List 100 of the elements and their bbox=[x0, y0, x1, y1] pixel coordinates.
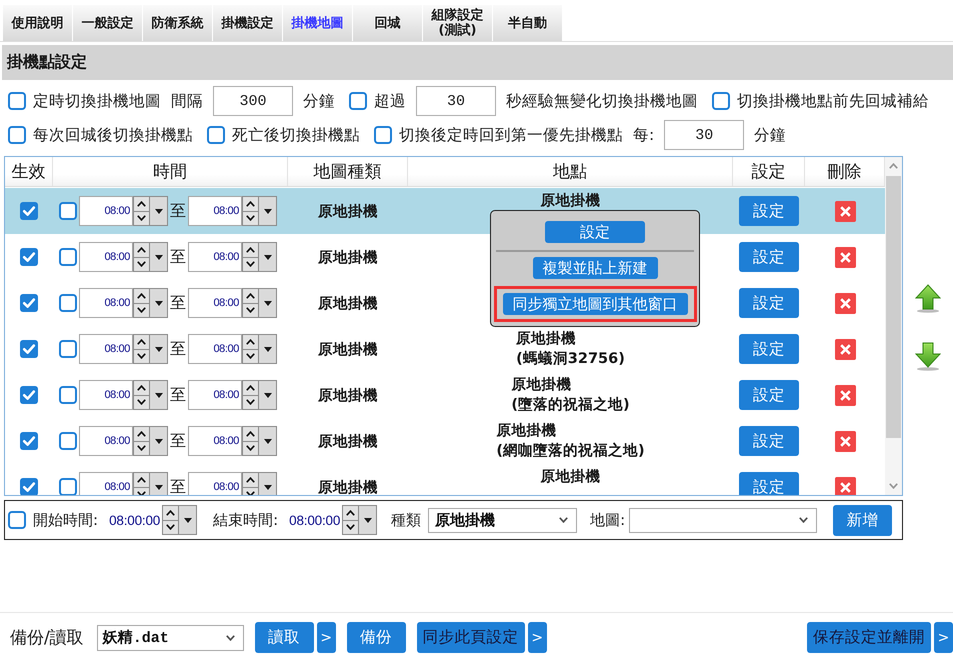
checkbox[interactable] bbox=[59, 202, 77, 220]
add-button[interactable]: 新增 bbox=[833, 504, 892, 536]
dropdown-button[interactable] bbox=[259, 242, 277, 272]
time-field[interactable]: 08:00 bbox=[79, 288, 133, 318]
spin-down-button[interactable] bbox=[133, 304, 150, 318]
checkbox[interactable] bbox=[20, 340, 38, 358]
action-button[interactable]: 備份 bbox=[346, 622, 406, 653]
arrow-down-icon[interactable] bbox=[915, 342, 941, 371]
spin-down-button[interactable] bbox=[133, 212, 150, 226]
time-field[interactable]: 08:00 bbox=[188, 242, 242, 272]
checkbox[interactable] bbox=[20, 432, 38, 450]
delete-button[interactable] bbox=[834, 384, 856, 406]
tab[interactable]: 回城 bbox=[353, 5, 422, 41]
checkbox[interactable] bbox=[59, 248, 77, 266]
tab[interactable]: 組隊設定 (測試) bbox=[423, 5, 492, 41]
time-field[interactable]: 08:00 bbox=[188, 196, 242, 226]
settings-button[interactable]: 設定 bbox=[739, 242, 799, 272]
time-field[interactable]: 08:00 bbox=[188, 472, 242, 495]
spin-up-button[interactable] bbox=[133, 196, 150, 212]
dropdown-button[interactable] bbox=[150, 472, 168, 495]
spin-up-button[interactable] bbox=[242, 334, 259, 350]
action-button[interactable]: 同步此頁設定 bbox=[416, 622, 525, 653]
time-field[interactable]: 08:00 bbox=[188, 334, 242, 364]
tab[interactable]: 防衛系統 bbox=[143, 5, 212, 41]
checkbox[interactable] bbox=[59, 294, 77, 312]
settings-button[interactable]: 設定 bbox=[739, 196, 799, 226]
spin-up-button[interactable] bbox=[242, 242, 259, 258]
dropdown-button[interactable] bbox=[179, 505, 198, 535]
dropdown-button[interactable] bbox=[259, 196, 277, 226]
time-field[interactable]: 08:00 bbox=[188, 380, 242, 410]
spin-up-button[interactable] bbox=[162, 505, 180, 520]
settings-button[interactable]: 設定 bbox=[739, 380, 799, 410]
more-button[interactable]: > bbox=[934, 622, 953, 653]
checkbox[interactable] bbox=[374, 126, 392, 144]
checkbox-label[interactable]: 死亡後切換掛機點 bbox=[232, 124, 360, 146]
dropdown-button[interactable] bbox=[150, 288, 168, 318]
checkbox[interactable] bbox=[59, 478, 77, 495]
select-field[interactable]: 原地掛機 bbox=[428, 508, 578, 532]
checkbox[interactable] bbox=[8, 511, 26, 529]
spin-up-button[interactable] bbox=[242, 288, 259, 304]
tab[interactable]: 一般設定 bbox=[73, 5, 142, 41]
time-field[interactable]: 08:00 bbox=[79, 242, 133, 272]
checkbox-label[interactable]: 定時切換掛機地圖 bbox=[33, 90, 161, 112]
checkbox-label[interactable]: 切換後定時回到第一優先掛機點 bbox=[399, 124, 623, 146]
dropdown-button[interactable] bbox=[150, 334, 168, 364]
action-button[interactable]: 讀取 bbox=[254, 622, 314, 653]
spin-up-button[interactable] bbox=[242, 472, 259, 488]
time-field[interactable]: 08:00 bbox=[188, 288, 242, 318]
checkbox[interactable] bbox=[8, 126, 26, 144]
dropdown-button[interactable] bbox=[259, 334, 277, 364]
checkbox[interactable] bbox=[8, 92, 26, 110]
input-field[interactable]: 30 bbox=[416, 86, 496, 116]
spin-up-button[interactable] bbox=[133, 334, 150, 350]
checkbox[interactable] bbox=[20, 248, 38, 266]
checkbox[interactable] bbox=[20, 386, 38, 404]
spin-down-button[interactable] bbox=[242, 212, 259, 226]
action-button[interactable]: 保存設定並離開 bbox=[807, 622, 931, 653]
checkbox[interactable] bbox=[712, 92, 730, 110]
dropdown-button[interactable] bbox=[150, 380, 168, 410]
checkbox-label[interactable]: 超過 bbox=[374, 90, 406, 112]
time-field[interactable]: 08:00 bbox=[79, 472, 133, 495]
time-field[interactable]: 08:00 bbox=[79, 334, 133, 364]
select-field[interactable] bbox=[629, 508, 818, 532]
spin-down-button[interactable] bbox=[133, 396, 150, 410]
spin-down-button[interactable] bbox=[242, 304, 259, 318]
checkbox[interactable] bbox=[59, 432, 77, 450]
dropdown-button[interactable] bbox=[259, 380, 277, 410]
time-field[interactable]: 08:00 bbox=[79, 380, 133, 410]
spin-up-button[interactable] bbox=[242, 196, 259, 212]
checkbox[interactable] bbox=[20, 294, 38, 312]
delete-button[interactable] bbox=[834, 292, 856, 314]
menu-button[interactable]: 設定 bbox=[545, 221, 645, 243]
checkbox[interactable] bbox=[20, 202, 38, 220]
spin-down-button[interactable] bbox=[133, 258, 150, 272]
delete-button[interactable] bbox=[834, 338, 856, 360]
settings-button[interactable]: 設定 bbox=[739, 472, 799, 495]
checkbox[interactable] bbox=[349, 92, 367, 110]
checkbox-label[interactable]: 每次回城後切換掛機點 bbox=[33, 124, 193, 146]
delete-button[interactable] bbox=[834, 200, 856, 222]
more-button[interactable]: > bbox=[528, 622, 547, 653]
checkbox[interactable] bbox=[59, 386, 77, 404]
dropdown-button[interactable] bbox=[150, 426, 168, 456]
settings-button[interactable]: 設定 bbox=[739, 288, 799, 318]
dropdown-button[interactable] bbox=[259, 472, 277, 495]
dropdown-button[interactable] bbox=[150, 242, 168, 272]
scrollbar[interactable] bbox=[885, 157, 902, 495]
settings-button[interactable]: 設定 bbox=[739, 334, 799, 364]
spin-down-button[interactable] bbox=[242, 442, 259, 456]
spin-up-button[interactable] bbox=[242, 380, 259, 396]
spin-down-button[interactable] bbox=[162, 520, 180, 535]
checkbox-label[interactable]: 切換掛機地點前先回城補給 bbox=[737, 90, 929, 112]
select-field[interactable]: 妖精.dat bbox=[96, 624, 244, 650]
tab[interactable]: 掛機地圖 bbox=[283, 5, 352, 41]
tab[interactable]: 掛機設定 bbox=[213, 5, 282, 41]
input-field[interactable]: 300 bbox=[213, 86, 293, 116]
dropdown-button[interactable] bbox=[259, 426, 277, 456]
settings-button[interactable]: 設定 bbox=[739, 426, 799, 456]
tab[interactable]: 半自動 bbox=[493, 5, 562, 41]
menu-button[interactable]: 同步獨立地圖到其他窗口 bbox=[502, 293, 688, 315]
time-field[interactable]: 08:00 bbox=[79, 196, 133, 226]
